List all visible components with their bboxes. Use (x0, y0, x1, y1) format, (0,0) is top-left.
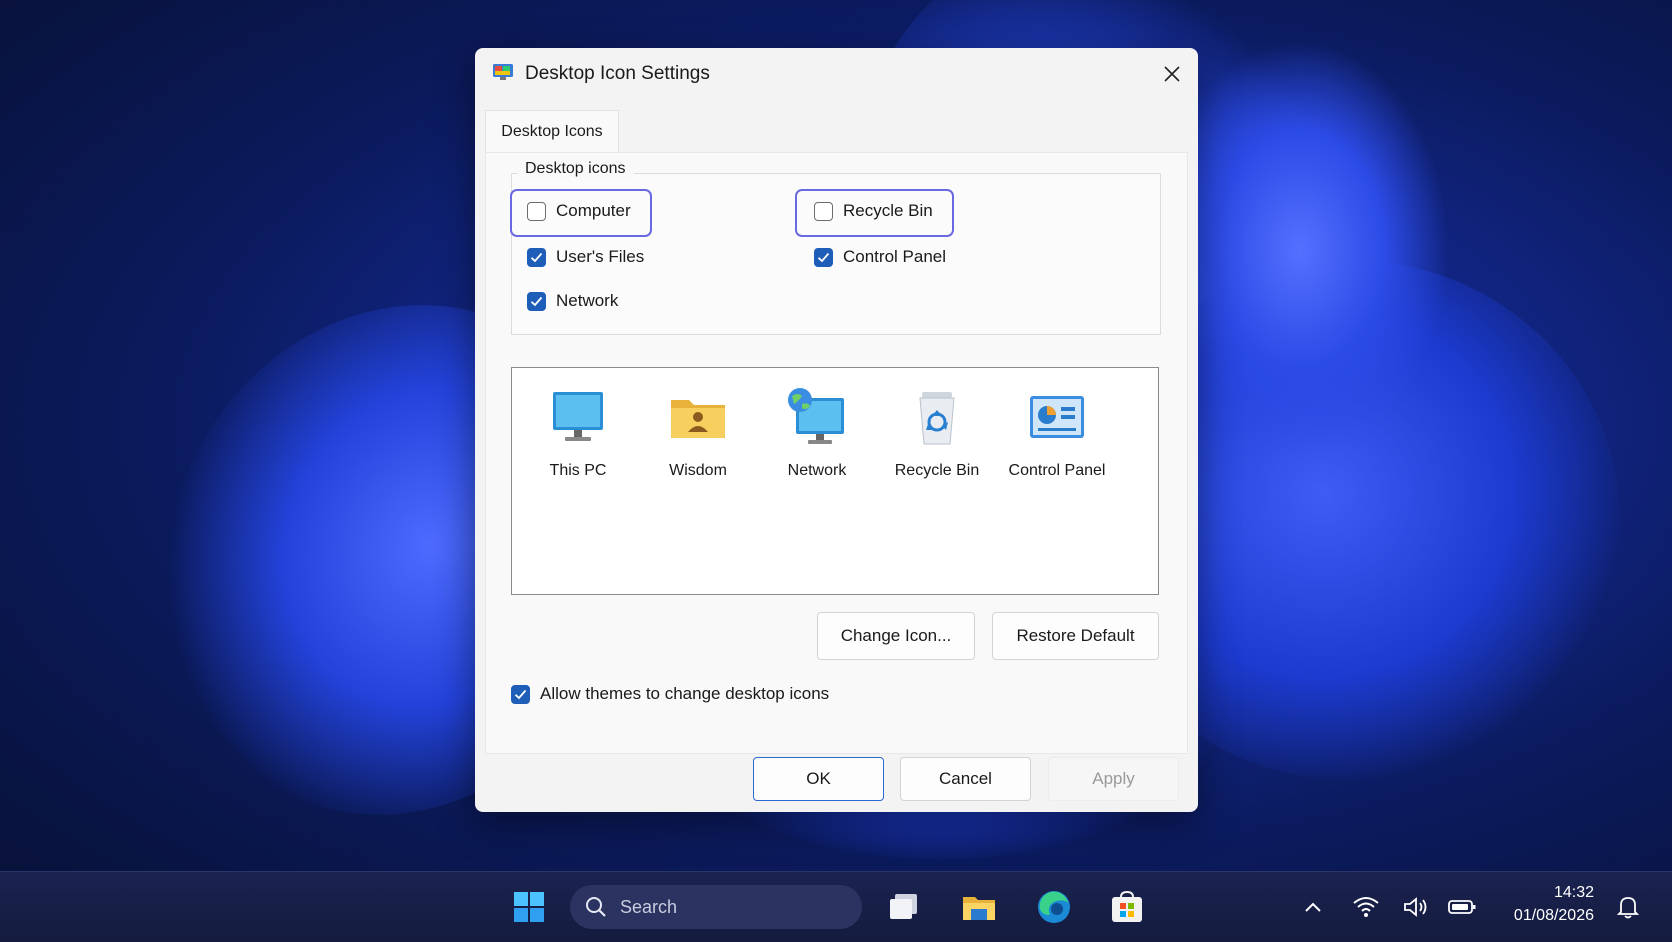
show-hidden-icons-button[interactable] (1295, 889, 1331, 925)
checkbox-label: Allow themes to change desktop icons (540, 684, 830, 703)
dialog-title: Desktop Icon Settings (525, 63, 710, 84)
checkbox-box (527, 291, 546, 311)
desktop-settings-icon (491, 60, 515, 84)
cancel-button[interactable]: Cancel (900, 757, 1031, 801)
windows-logo-icon (514, 892, 544, 922)
microsoft-store-button[interactable] (1109, 889, 1145, 925)
battery-icon (1448, 900, 1476, 914)
checkbox-label: Computer (556, 201, 631, 220)
volume-icon (1404, 897, 1427, 917)
clock-area[interactable]: 14:32 01/08/2026 (1490, 882, 1594, 932)
checkbox-label: User's Files (556, 247, 645, 266)
allow-themes-checkbox[interactable]: Allow themes to change desktop icons (511, 684, 829, 704)
icon-label: Wisdom (669, 462, 727, 479)
recycle-bin-icon (906, 386, 968, 448)
network-globe-icon (786, 386, 848, 448)
close-button[interactable] (1146, 48, 1198, 100)
close-icon (1164, 66, 1180, 82)
checkbox-label: Control Panel (843, 247, 947, 266)
icon-item-network[interactable]: Network (762, 386, 872, 480)
volume-button[interactable] (1398, 889, 1434, 925)
wifi-button[interactable] (1348, 889, 1384, 925)
checkbox-box (527, 201, 546, 221)
icon-item-recycle-bin[interactable]: Recycle Bin (882, 386, 992, 480)
checkbox-label: Recycle Bin (843, 201, 933, 220)
checkmark-icon (530, 252, 543, 262)
clock-time: 14:32 (1553, 884, 1594, 901)
apply-button[interactable]: Apply (1048, 757, 1179, 801)
folder-icon (963, 897, 995, 920)
checkbox-box (511, 684, 530, 704)
edge-browser-button[interactable] (1036, 889, 1072, 925)
icon-label: Control Panel (1008, 462, 1106, 479)
title-bar[interactable]: Desktop Icon Settings (475, 48, 1198, 100)
taskbar-search[interactable]: Search (570, 885, 862, 929)
notifications-button[interactable] (1610, 889, 1646, 925)
checkmark-icon (817, 252, 830, 262)
checkmark-icon (530, 296, 543, 306)
chevron-up-icon (1305, 902, 1321, 912)
icon-item-this-pc[interactable]: This PC (523, 386, 633, 480)
recycle-bin-checkbox[interactable]: Recycle Bin (814, 201, 933, 221)
change-icon-button[interactable]: Change Icon... (817, 612, 975, 660)
icon-label: Network (787, 462, 847, 479)
wifi-icon (1353, 897, 1379, 917)
control-panel-checkbox[interactable]: Control Panel (814, 247, 946, 267)
icon-label: Recycle Bin (894, 462, 980, 479)
users-files-checkbox[interactable]: User's Files (527, 247, 644, 267)
store-icon (1112, 890, 1142, 922)
icon-item-control-panel[interactable]: Control Panel (1002, 386, 1112, 480)
checkbox-box (814, 201, 833, 221)
restore-default-button[interactable]: Restore Default (992, 612, 1159, 660)
taskbar: Search 14:32 01/08/2026 (0, 871, 1672, 942)
desktop-icon-settings-dialog: Desktop Icon Settings Desktop Icons Desk… (475, 48, 1198, 812)
task-view-icon (890, 894, 917, 919)
checkbox-label: Network (556, 291, 619, 310)
search-icon (586, 897, 606, 917)
network-checkbox[interactable]: Network (527, 291, 618, 311)
user-folder-icon (667, 386, 729, 448)
control-panel-icon (1026, 386, 1088, 448)
search-placeholder: Search (620, 897, 678, 917)
task-view-button[interactable] (886, 889, 922, 925)
file-explorer-button[interactable] (961, 889, 997, 925)
ok-button[interactable]: OK (753, 757, 884, 801)
tab-desktop-icons[interactable]: Desktop Icons (485, 110, 619, 153)
edge-icon (1038, 891, 1070, 923)
clock-date: 01/08/2026 (1513, 907, 1594, 924)
group-label: Desktop icons (517, 160, 634, 178)
icon-item-wisdom[interactable]: Wisdom (643, 386, 753, 480)
checkmark-icon (514, 689, 527, 699)
icon-label: This PC (549, 462, 607, 479)
icon-preview-list[interactable]: This PC Wisdom Network Recycle Bin Contr… (511, 367, 1159, 595)
computer-checkbox[interactable]: Computer (527, 201, 631, 221)
checkbox-box (814, 247, 833, 267)
start-button[interactable] (511, 889, 547, 925)
checkbox-box (527, 247, 546, 267)
monitor-icon (547, 386, 609, 448)
battery-button[interactable] (1444, 889, 1480, 925)
bell-icon (1616, 897, 1640, 919)
